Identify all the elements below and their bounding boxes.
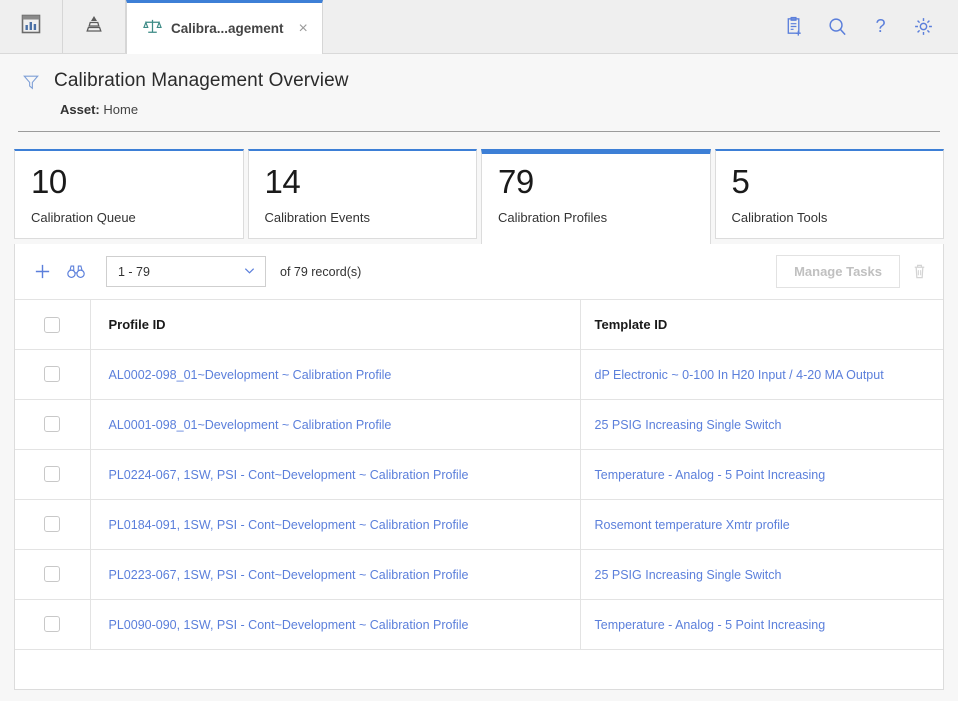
header-actions: ?: [774, 0, 958, 53]
cell-profile-id: PL0184-091, 1SW, PSI - Cont~Development …: [90, 499, 581, 550]
dashboard-icon: [20, 13, 42, 40]
row-checkbox[interactable]: [44, 566, 61, 583]
profile-id-link[interactable]: AL0002-098_01~Development ~ Calibration …: [109, 368, 392, 382]
binoculars-search-icon[interactable]: [66, 262, 86, 281]
kpi-label: Calibration Queue: [31, 209, 136, 225]
cell-template-id: 25 PSIG Increasing Single Switch: [580, 399, 943, 450]
record-count-label: of 79 record(s): [280, 264, 362, 279]
page-range-value: 1 - 79: [118, 264, 150, 279]
tab-calibration-management[interactable]: Calibra...agement ×: [126, 0, 323, 54]
template-id-link[interactable]: Temperature - Analog - 5 Point Increasin…: [595, 468, 826, 482]
row-select-cell: [15, 449, 91, 500]
manage-tasks-button[interactable]: Manage Tasks: [776, 255, 900, 288]
tab-bar-spacer: [322, 0, 774, 53]
kpi-value: 10: [31, 163, 67, 200]
plus-add-icon[interactable]: [33, 262, 52, 281]
row-select-cell: [15, 549, 91, 600]
results-panel: 1 - 79 of 79 record(s) Manage Tasks Prof…: [14, 244, 944, 698]
svg-text:?: ?: [875, 16, 885, 36]
table-empty-row: [15, 649, 943, 698]
kpi-card-calibration-tools[interactable]: 5 Calibration Tools: [714, 149, 944, 239]
row-checkbox[interactable]: [44, 466, 61, 483]
kpi-value: 14: [264, 163, 301, 200]
kpi-value: 5: [731, 163, 750, 200]
page-title: Calibration Management Overview: [54, 70, 349, 91]
title-row: Calibration Management Overview: [0, 70, 958, 96]
profile-id-link[interactable]: PL0223-067, 1SW, PSI - Cont~Development …: [109, 568, 469, 582]
asset-label: Asset:: [60, 102, 100, 117]
results-toolbar: 1 - 79 of 79 record(s) Manage Tasks: [15, 244, 943, 299]
kpi-card-row: 10 Calibration Queue 14 Calibration Even…: [0, 132, 958, 244]
page-range-select[interactable]: 1 - 79: [106, 256, 266, 287]
cell-template-id: dP Electronic ~ 0-100 In H20 Input / 4-2…: [580, 349, 943, 400]
row-checkbox[interactable]: [44, 516, 61, 533]
close-icon[interactable]: ×: [299, 20, 308, 37]
profile-id-link[interactable]: PL0090-090, 1SW, PSI - Cont~Development …: [109, 618, 469, 632]
row-select-cell: [15, 349, 91, 400]
row-select-cell: [15, 599, 91, 650]
nav-tab-dashboard[interactable]: [0, 0, 63, 53]
profile-id-link[interactable]: PL0224-067, 1SW, PSI - Cont~Development …: [109, 468, 469, 482]
cell-profile-id: AL0002-098_01~Development ~ Calibration …: [90, 349, 581, 400]
row-select-cell: [15, 499, 91, 550]
cell-template-id: 25 PSIG Increasing Single Switch: [580, 549, 943, 600]
cell-profile-id: PL0223-067, 1SW, PSI - Cont~Development …: [90, 549, 581, 600]
table-row[interactable]: PL0090-090, 1SW, PSI - Cont~Development …: [15, 599, 943, 650]
calibration-profiles-table: Profile ID Template ID AL0002-098_01~Dev…: [15, 299, 943, 698]
column-header-template-id[interactable]: Template ID: [580, 299, 943, 350]
asset-value: Home: [103, 102, 139, 117]
select-all-cell: [15, 299, 91, 350]
pyramid-hierarchy-icon: [82, 13, 106, 40]
search-icon[interactable]: [827, 16, 848, 37]
table-row[interactable]: PL0184-091, 1SW, PSI - Cont~Development …: [15, 499, 943, 550]
trash-delete-icon[interactable]: [910, 262, 929, 281]
table-header-row: Profile ID Template ID: [15, 299, 943, 350]
cell-template-id: Rosemont temperature Xmtr profile: [580, 499, 943, 550]
cell-template-id: Temperature - Analog - 5 Point Increasin…: [580, 599, 943, 650]
scales-balance-icon: [143, 17, 162, 41]
page-header: Calibration Management Overview Asset: H…: [0, 54, 958, 132]
funnel-filter-icon[interactable]: [22, 73, 40, 96]
chevron-down-icon: [243, 264, 256, 280]
table-row[interactable]: PL0224-067, 1SW, PSI - Cont~Development …: [15, 449, 943, 500]
column-header-profile-id[interactable]: Profile ID: [90, 299, 581, 350]
tab-label: Calibra...agement: [171, 21, 284, 36]
table-row[interactable]: PL0223-067, 1SW, PSI - Cont~Development …: [15, 549, 943, 600]
kpi-label: Calibration Events: [264, 209, 371, 225]
gear-icon[interactable]: [913, 16, 934, 37]
template-id-link[interactable]: 25 PSIG Increasing Single Switch: [595, 568, 782, 582]
template-id-link[interactable]: dP Electronic ~ 0-100 In H20 Input / 4-2…: [595, 368, 884, 382]
kpi-label: Calibration Profiles: [498, 209, 608, 225]
select-all-checkbox[interactable]: [44, 316, 61, 333]
kpi-card-calibration-events[interactable]: 14 Calibration Events: [247, 149, 477, 239]
template-id-link[interactable]: Rosemont temperature Xmtr profile: [595, 518, 790, 532]
profile-id-link[interactable]: AL0001-098_01~Development ~ Calibration …: [109, 418, 392, 432]
template-id-link[interactable]: Temperature - Analog - 5 Point Increasin…: [595, 618, 826, 632]
asset-breadcrumb: Asset: Home: [0, 102, 958, 117]
help-icon[interactable]: ?: [870, 16, 891, 37]
nav-tab-hierarchy[interactable]: [63, 0, 126, 53]
table-row[interactable]: AL0001-098_01~Development ~ Calibration …: [15, 399, 943, 450]
cell-profile-id: AL0001-098_01~Development ~ Calibration …: [90, 399, 581, 450]
profile-id-link[interactable]: PL0184-091, 1SW, PSI - Cont~Development …: [109, 518, 469, 532]
template-id-link[interactable]: 25 PSIG Increasing Single Switch: [595, 418, 782, 432]
row-checkbox[interactable]: [44, 616, 61, 633]
cell-template-id: Temperature - Analog - 5 Point Increasin…: [580, 449, 943, 500]
cell-profile-id: PL0090-090, 1SW, PSI - Cont~Development …: [90, 599, 581, 650]
kpi-value: 79: [498, 163, 534, 200]
kpi-card-calibration-queue[interactable]: 10 Calibration Queue: [14, 149, 244, 239]
row-select-cell: [15, 399, 91, 450]
table-row[interactable]: AL0002-098_01~Development ~ Calibration …: [15, 349, 943, 400]
kpi-card-calibration-profiles[interactable]: 79 Calibration Profiles: [481, 149, 711, 244]
cell-profile-id: PL0224-067, 1SW, PSI - Cont~Development …: [90, 449, 581, 500]
row-checkbox[interactable]: [44, 416, 61, 433]
row-checkbox[interactable]: [44, 366, 61, 383]
kpi-label: Calibration Tools: [731, 209, 828, 225]
clipboard-add-icon[interactable]: [784, 16, 805, 37]
toolbar-right-actions: Manage Tasks: [776, 255, 929, 288]
tab-bar: Calibra...agement × ?: [0, 0, 958, 54]
